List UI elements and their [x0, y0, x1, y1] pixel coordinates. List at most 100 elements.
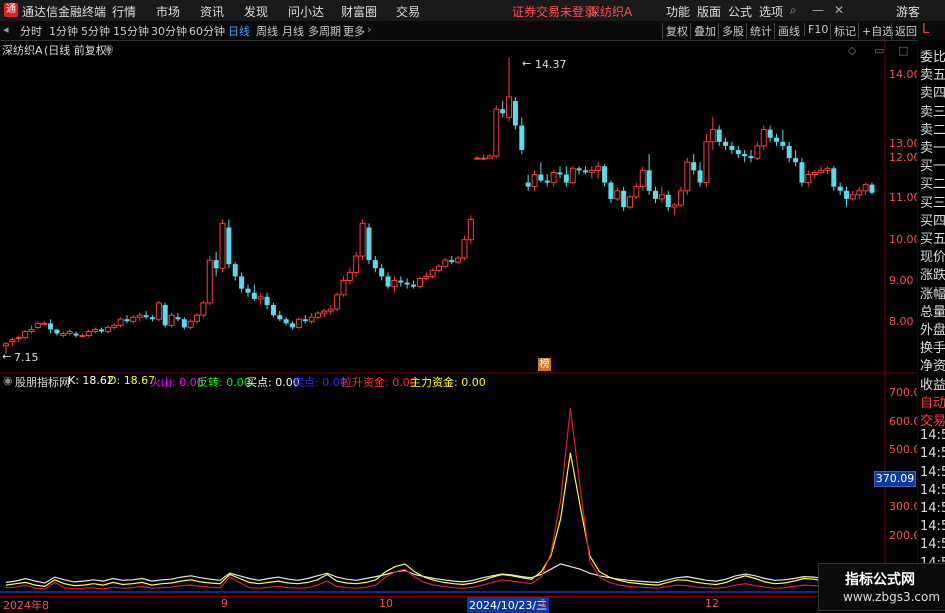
quote-panel-item[interactable]: 涨跌	[920, 264, 945, 283]
quote-panel-item[interactable]: 14:56	[920, 428, 945, 443]
quote-panel-item[interactable]: 卖五	[920, 64, 945, 83]
indicator-gear-icon[interactable]: ◉	[3, 374, 13, 387]
candle-body	[41, 322, 48, 325]
quote-panel-item[interactable]: 买五	[920, 228, 945, 247]
quote-panel-item[interactable]: 涨幅	[920, 283, 945, 302]
collapse-icon[interactable]: ◇	[848, 44, 856, 57]
candle-body	[735, 149, 741, 155]
event-marker[interactable]: 榜	[538, 358, 551, 371]
maximize-icon[interactable]: □	[898, 44, 908, 57]
settings-circle-icon[interactable]: ◉	[104, 42, 114, 55]
candle-body	[563, 174, 569, 183]
candle-body	[124, 319, 130, 322]
menu-jiaoyi[interactable]: 交易	[396, 3, 420, 20]
candle-body	[480, 157, 487, 160]
period-30min[interactable]: 30分钟	[151, 23, 187, 39]
quote-panel-item[interactable]: 净资	[920, 355, 945, 374]
quote-panel-item[interactable]: 买三	[920, 192, 945, 211]
candle-body	[79, 335, 86, 338]
candle-body	[257, 296, 264, 300]
period-weekly[interactable]: 周线	[256, 23, 278, 39]
quote-panel-item[interactable]: 14:56	[920, 537, 945, 552]
btn-huaxian[interactable]: 画线	[774, 23, 800, 39]
quote-panel-item[interactable]: 换手	[920, 337, 945, 356]
btn-duogu[interactable]: 多股	[718, 23, 744, 39]
quote-panel-item[interactable]: 自动	[920, 392, 945, 411]
candle-body	[665, 194, 671, 208]
quote-panel-item[interactable]: 14:56	[920, 446, 945, 461]
guest-label[interactable]: 游客	[896, 3, 920, 20]
quote-panel-item[interactable]: 买二	[920, 173, 945, 192]
candle-body	[302, 319, 308, 322]
chart-area[interactable]	[0, 40, 917, 609]
btn-f10[interactable]: F10	[804, 23, 828, 36]
candle-body	[34, 322, 41, 328]
quote-panel-item[interactable]: 交易	[920, 410, 945, 429]
nav-left-icon[interactable]: ◂	[3, 23, 9, 36]
login-warning[interactable]: 证券交易未登录	[512, 3, 596, 20]
close-icon[interactable]: ✕	[834, 3, 844, 17]
quote-panel-item[interactable]: 收益	[920, 374, 945, 393]
menu-gongshi[interactable]: 公式	[728, 3, 752, 20]
period-60min[interactable]: 60分钟	[189, 23, 225, 39]
quote-panel-item[interactable]: 委比	[920, 46, 945, 65]
period-5min[interactable]: 5分钟	[81, 23, 110, 39]
menu-shichang[interactable]: 市场	[156, 3, 180, 20]
candle-body	[582, 170, 588, 173]
period-multi[interactable]: 多周期	[308, 23, 341, 39]
quote-panel-item[interactable]: 14:56	[920, 483, 945, 498]
quote-panel-item[interactable]: 买四	[920, 210, 945, 229]
quote-panel-item[interactable]: 买一	[920, 155, 945, 174]
price-tick: 13.00	[889, 137, 921, 150]
quote-panel-item[interactable]: 14:56	[920, 519, 945, 534]
search-icon[interactable]: ⌕	[790, 3, 797, 18]
period-daily[interactable]: 日线	[228, 23, 250, 39]
btn-tongji[interactable]: 统计	[746, 23, 772, 39]
low-price: 7.15	[14, 351, 39, 364]
btn-fanhui[interactable]: 返回	[891, 23, 917, 39]
btn-fuquan[interactable]: 复权	[662, 23, 688, 39]
menu-banmian[interactable]: 版面	[697, 3, 721, 20]
quote-panel-item[interactable]: 外盘	[920, 319, 945, 338]
quote-panel-item[interactable]: 14:56	[920, 501, 945, 516]
menu-hangqing[interactable]: 行情	[112, 3, 136, 20]
period-monthly[interactable]: 月线	[282, 23, 304, 39]
menu-caifuquan[interactable]: 财富圈	[341, 3, 377, 20]
menu-wenxiaoda[interactable]: 问小达	[288, 3, 324, 20]
menu-zixun[interactable]: 资讯	[200, 3, 224, 20]
period-15min[interactable]: 15分钟	[113, 23, 149, 39]
l-tab[interactable]: L	[922, 22, 929, 37]
candle-body	[194, 314, 201, 322]
quote-panel-item[interactable]: 14:56	[920, 465, 945, 480]
chevron-right-icon[interactable]: ›	[367, 23, 371, 36]
app-logo-icon: 通	[4, 3, 18, 17]
menu-xuanxiang[interactable]: 选项	[759, 3, 783, 20]
candle-body	[136, 314, 143, 318]
period-1min[interactable]: 1分钟	[49, 23, 78, 39]
restore-icon[interactable]: ▭	[874, 44, 884, 57]
menu-gongneng[interactable]: 功能	[666, 3, 690, 20]
quote-panel-item[interactable]: 卖二	[920, 119, 945, 138]
period-more[interactable]: 更多	[343, 23, 365, 39]
btn-zixuan[interactable]: +自选	[858, 23, 893, 39]
indicator-line-k	[5, 563, 873, 584]
high-arrow-icon: ←	[522, 57, 532, 70]
btn-diejia[interactable]: 叠加	[690, 23, 716, 39]
candle-body	[175, 317, 181, 320]
menu-faxian[interactable]: 发现	[244, 3, 268, 20]
quote-panel-item[interactable]: 总量	[920, 301, 945, 320]
candle-body	[474, 157, 481, 160]
candle-body	[493, 108, 500, 157]
quote-panel-item[interactable]: 卖一	[920, 137, 945, 156]
minimize-icon[interactable]: —	[812, 3, 824, 17]
btn-biaoji[interactable]: 标记	[830, 23, 856, 39]
period-fenshi[interactable]: 分时	[20, 23, 42, 39]
quote-panel-item[interactable]: 卖四	[920, 82, 945, 101]
quote-panel: 委比 卖五 卖四 卖三 卖二 卖一 买一 买二 买三 买四 买五 现价 涨跌 涨幅 总量 外盘 换手 净资 收益 自动…	[917, 40, 945, 609]
candle-body	[187, 320, 194, 328]
quote-panel-item[interactable]: 现价	[920, 246, 945, 265]
quote-panel-item[interactable]: 卖三	[920, 101, 945, 120]
candle-body	[54, 329, 60, 334]
candle-body	[538, 174, 544, 181]
candle-body	[155, 302, 162, 320]
